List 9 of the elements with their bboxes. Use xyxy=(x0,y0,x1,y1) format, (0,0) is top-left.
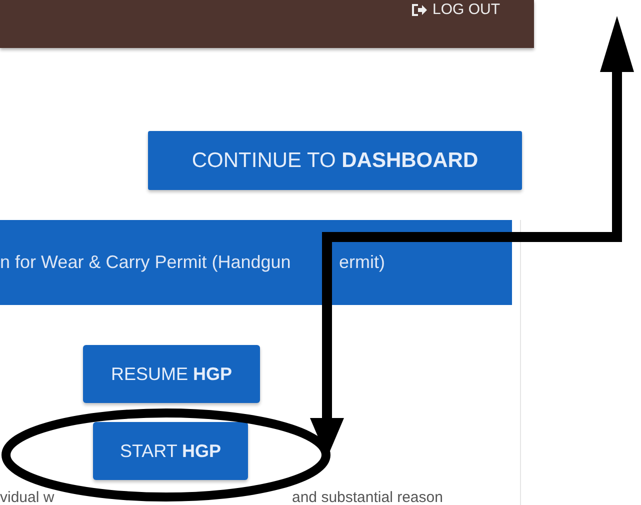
logout-icon xyxy=(411,2,428,16)
continue-button[interactable]: CONTINUE TO DASHBOARD xyxy=(148,131,522,190)
start-button[interactable]: START HGP xyxy=(93,422,248,480)
logout-link[interactable]: LOG OUT xyxy=(411,1,500,18)
resume-button[interactable]: RESUME HGP xyxy=(83,345,260,403)
card-title: n for Wear & Carry Permit (Handgun xyxy=(0,252,291,273)
card-title: ermit) xyxy=(339,252,385,273)
description-text: vidual w xyxy=(0,489,56,505)
description-text: and substantial reason xyxy=(292,489,443,505)
